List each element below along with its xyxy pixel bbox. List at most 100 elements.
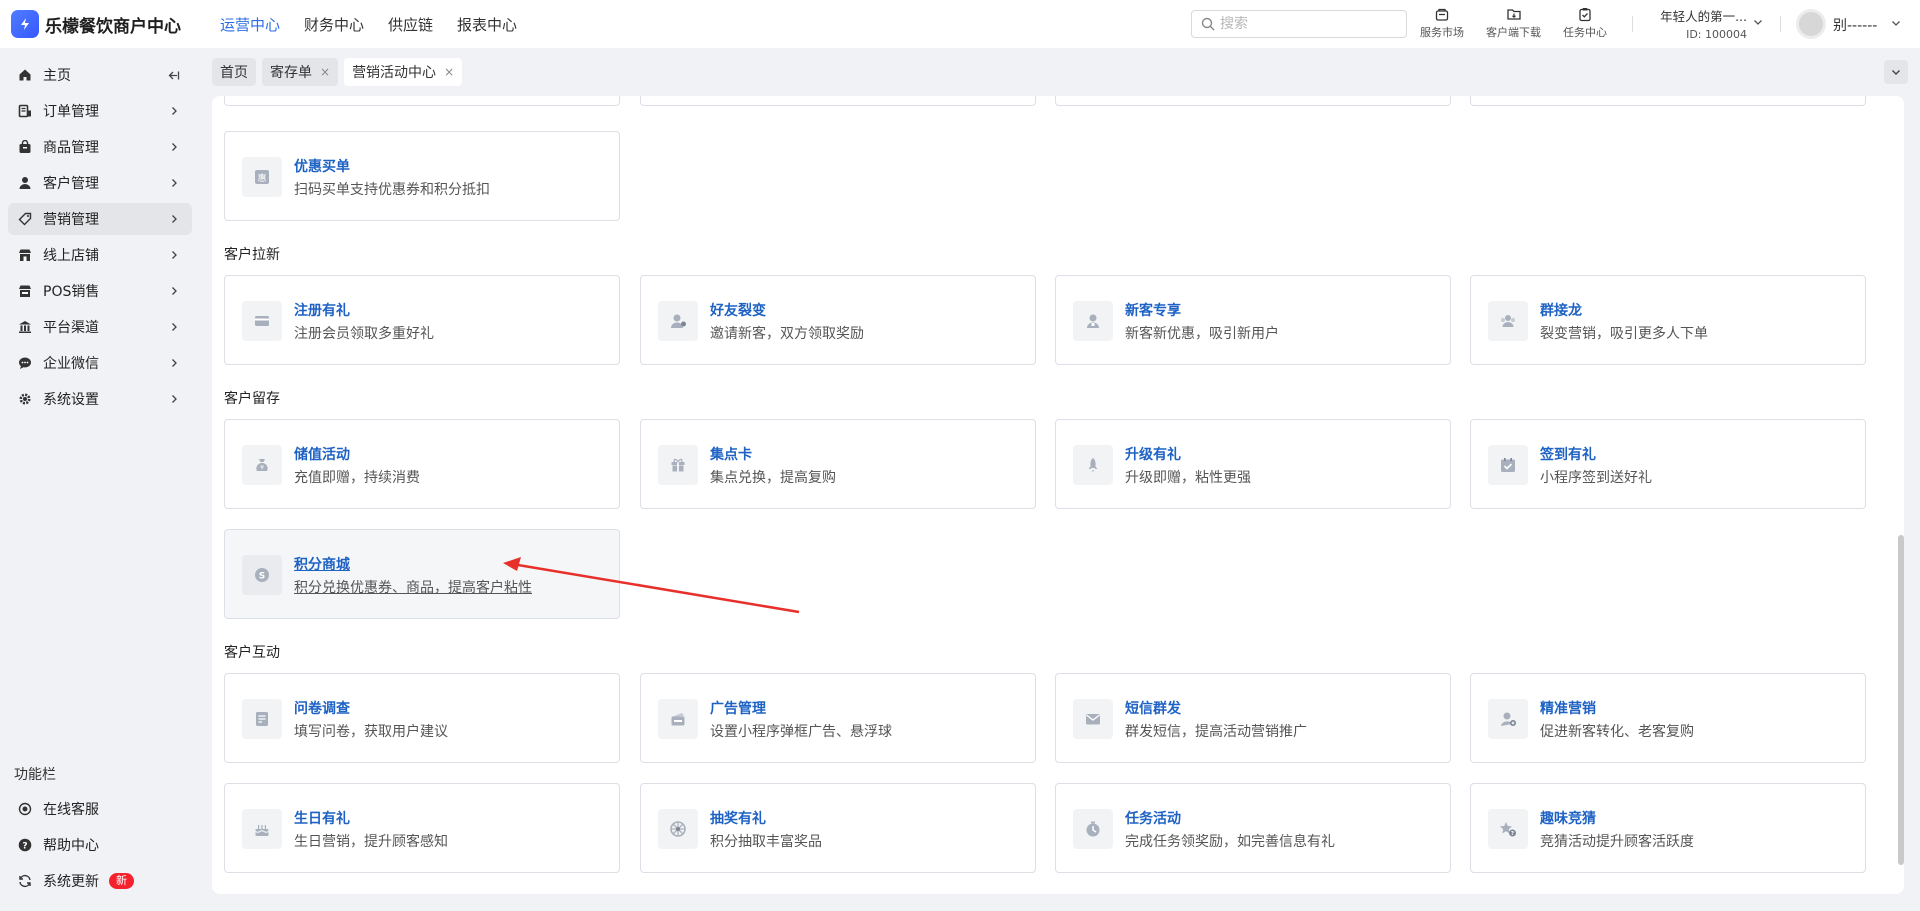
sidebar-item-label: 商品管理 <box>43 140 99 156</box>
card-title: 生日有礼 <box>294 811 350 827</box>
card-title: 趣味竞猜 <box>1540 811 1596 827</box>
sidebar-item-label: 营销管理 <box>43 212 99 228</box>
sidebar-item-products[interactable]: 商品管理 <box>8 131 192 163</box>
nav-finance[interactable]: 财务中心 <box>304 14 364 35</box>
sidebar-item-label: 在线客服 <box>43 802 99 818</box>
card-desc: 促进新客转化、老客复购 <box>1540 724 1694 740</box>
card-lottery[interactable]: 抽奖有礼 积分抽取丰富奖品 <box>640 783 1036 873</box>
sidebar-item-label: POS销售 <box>43 284 100 300</box>
card-referral[interactable]: 好友裂变 邀请新客，双方领取奖励 <box>640 275 1036 365</box>
collapse-sidebar-icon[interactable] <box>167 69 180 82</box>
top-nav: 运营中心 财务中心 供应链 报表中心 <box>220 14 517 35</box>
cake-icon <box>242 809 282 849</box>
card-fun-guess[interactable]: ? 趣味竞猜 竞猜活动提升顾客活跃度 <box>1470 783 1866 873</box>
card-desc: 填写问卷，获取用户建议 <box>294 724 448 740</box>
search-box[interactable] <box>1191 10 1407 38</box>
chevron-down-icon[interactable] <box>1890 17 1902 29</box>
nav-operations[interactable]: 运营中心 <box>220 14 280 35</box>
tab-label: 营销活动中心 <box>352 65 437 81</box>
account-switcher[interactable]: 年轻人的第一... ID: 100004 <box>1647 6 1747 41</box>
service-market-button[interactable]: 服务市场 <box>1420 6 1464 40</box>
card-ads[interactable]: 广告管理 设置小程序弹框广告、悬浮球 <box>640 673 1036 763</box>
service-market-label: 服务市场 <box>1420 26 1464 39</box>
card-birthday[interactable]: 生日有礼 生日营销，提升顾客感知 <box>224 783 620 873</box>
card-desc: 邀请新客，双方领取奖励 <box>710 326 864 342</box>
top-bar: 乐檬餐饮商户中心 运营中心 财务中心 供应链 报表中心 服务市场 客户端下载 任… <box>0 0 1920 48</box>
tag-icon <box>17 211 33 227</box>
sidebar-item-help-center[interactable]: ? 帮助中心 <box>8 829 192 861</box>
chevron-down-icon[interactable] <box>1752 16 1764 28</box>
tabs-menu-button[interactable] <box>1884 60 1908 84</box>
lottery-wheel-icon <box>658 809 698 849</box>
card-precision-marketing[interactable]: 精准营销 促进新客转化、老客复购 <box>1470 673 1866 763</box>
coupon-icon: 惠 <box>242 157 282 197</box>
sidebar-item-system-update[interactable]: 系统更新 新 <box>8 865 192 897</box>
user-name[interactable]: 别------ <box>1833 15 1877 35</box>
card-title: 好友裂变 <box>710 303 766 319</box>
client-download-button[interactable]: 客户端下载 <box>1486 6 1541 40</box>
card-survey[interactable]: 问卷调查 填写问卷，获取用户建议 <box>224 673 620 763</box>
nav-reports[interactable]: 报表中心 <box>457 14 517 35</box>
card-desc: 竞猜活动提升顾客活跃度 <box>1540 834 1694 850</box>
card[interactable] <box>1055 96 1451 106</box>
logo-icon <box>11 10 39 38</box>
sidebar-item-home[interactable]: 主页 <box>8 59 192 91</box>
nav-supply-chain[interactable]: 供应链 <box>388 14 433 35</box>
card-title: 优惠买单 <box>294 159 350 175</box>
sidebar-item-customers[interactable]: 客户管理 <box>8 167 192 199</box>
card-discount-pay[interactable]: 惠 优惠买单 扫码买单支持优惠券和积分抵扣 <box>224 131 620 221</box>
new-badge: 新 <box>109 873 134 889</box>
card-group-chain[interactable]: 群接龙 裂变营销，吸引更多人下单 <box>1470 275 1866 365</box>
sidebar-item-wecom[interactable]: 企业微信 <box>8 347 192 379</box>
sidebar-item-pos-sales[interactable]: POS销售 <box>8 275 192 307</box>
tab-home[interactable]: 首页 <box>212 58 256 86</box>
sidebar-item-marketing[interactable]: 营销管理 <box>8 203 192 235</box>
sidebar-item-online-store[interactable]: 线上店铺 <box>8 239 192 271</box>
card-sms[interactable]: 短信群发 群发短信，提高活动营销推广 <box>1055 673 1451 763</box>
task-center-button[interactable]: 任务中心 <box>1563 6 1607 40</box>
card-checkin-gift[interactable]: 签到有礼 小程序签到送好礼 <box>1470 419 1866 509</box>
chevron-right-icon <box>172 107 177 115</box>
card-desc: 生日营销，提升顾客感知 <box>294 834 448 850</box>
search-input[interactable] <box>1220 16 1390 32</box>
chat-icon <box>17 355 33 371</box>
card-title: 问卷调查 <box>294 701 350 717</box>
sidebar-item-settings[interactable]: 系统设置 <box>8 383 192 415</box>
tab-marketing-center[interactable]: 营销活动中心 × <box>344 58 463 86</box>
sidebar: 主页 订单管理 商品管理 客户管理 营销管理 线上店铺 POS销售 平台渠道 企 <box>0 48 200 911</box>
card-title: 短信群发 <box>1125 701 1181 717</box>
card-upgrade-gift[interactable]: 升级有礼 升级即赠，粘性更强 <box>1055 419 1451 509</box>
card-title: 积分商城 <box>294 557 350 573</box>
avatar[interactable] <box>1796 9 1826 39</box>
card-points-mall[interactable]: S 积分商城 积分兑换优惠券、商品，提高客户粘性 <box>224 529 620 619</box>
tab-deposit-order[interactable]: 寄存单 × <box>262 58 339 86</box>
sidebar-item-label: 系统设置 <box>43 392 99 408</box>
card[interactable] <box>640 96 1036 106</box>
bag-icon <box>17 139 33 155</box>
app-title: 乐檬餐饮商户中心 <box>45 16 181 37</box>
sidebar-item-online-support[interactable]: 在线客服 <box>8 793 192 825</box>
mail-icon <box>1073 699 1113 739</box>
card-stamp-card[interactable]: 集点卡 集点兑换，提高复购 <box>640 419 1036 509</box>
card[interactable] <box>224 96 620 106</box>
card-task-activity[interactable]: 任务活动 完成任务领奖励，如完善信息有礼 <box>1055 783 1451 873</box>
tab-bar: 首页 寄存单 × 营销活动中心 × <box>200 48 1920 96</box>
sidebar-item-platform-channels[interactable]: 平台渠道 <box>8 311 192 343</box>
card[interactable] <box>1470 96 1866 106</box>
card-title: 注册有礼 <box>294 303 350 319</box>
card-register-gift[interactable]: 注册有礼 注册会员领取多重好礼 <box>224 275 620 365</box>
card-title: 广告管理 <box>710 701 766 717</box>
card-desc: 小程序签到送好礼 <box>1540 470 1652 486</box>
scrollbar[interactable] <box>1898 535 1904 865</box>
chevron-right-icon <box>172 359 177 367</box>
close-icon[interactable]: × <box>444 65 454 79</box>
sidebar-item-label: 帮助中心 <box>43 838 99 854</box>
account-name: 年轻人的第一... <box>1660 9 1747 24</box>
refresh-icon <box>17 873 33 889</box>
sidebar-item-orders[interactable]: 订单管理 <box>8 95 192 127</box>
card-title: 精准营销 <box>1540 701 1596 717</box>
logo[interactable]: 乐檬餐饮商户中心 <box>0 10 212 38</box>
card-new-customer[interactable]: 新客专享 新客新优惠，吸引新用户 <box>1055 275 1451 365</box>
close-icon[interactable]: × <box>320 65 330 79</box>
card-stored-value[interactable]: ¥ 储值活动 充值即赠，持续消费 <box>224 419 620 509</box>
